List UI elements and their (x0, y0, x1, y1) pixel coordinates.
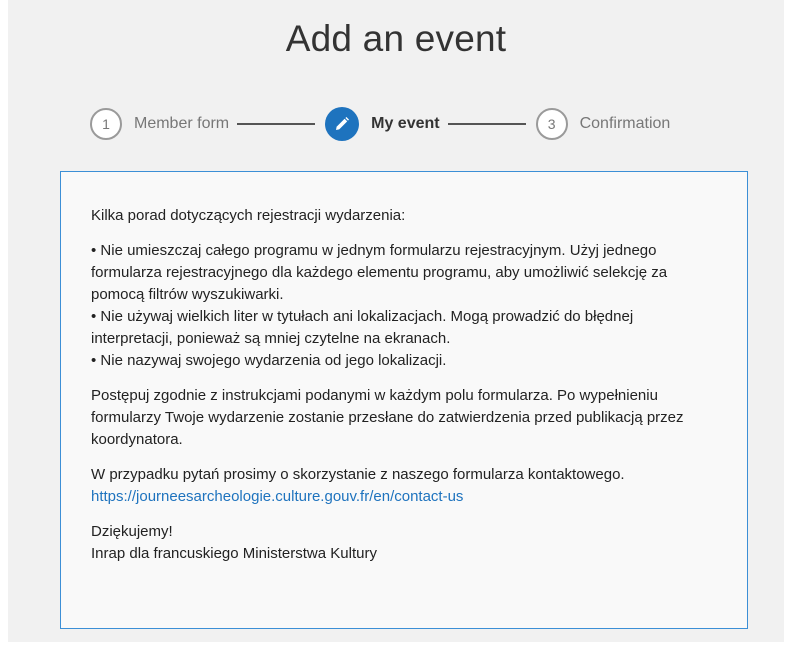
step-connector (237, 123, 316, 125)
page-title: Add an event (285, 18, 507, 59)
pencil-icon (325, 107, 360, 141)
signature-text: Inrap dla francuskiego Ministerstwa Kult… (91, 545, 377, 562)
tips-list: • Nie umieszczaj całego programu w jedny… (91, 240, 717, 372)
step-confirmation: 3 Confirmation (535, 108, 671, 140)
page-container: Add an event 1 Member form My event 3 Co… (8, 0, 784, 642)
step-my-event: My event (325, 107, 440, 141)
step-connector (447, 123, 526, 125)
step-label: Member form (134, 115, 230, 132)
tip-item: • Nie nazywaj swojego wydarzenia od jego… (91, 352, 447, 369)
step-number-circle: 3 (535, 108, 568, 140)
contact-text: W przypadku pytań prosimy o skorzystanie… (91, 466, 625, 483)
tip-item: • Nie umieszczaj całego programu w jedny… (91, 242, 668, 303)
info-panel: Kilka porad dotyczących rejestracji wyda… (60, 171, 748, 629)
contact-paragraph: W przypadku pytań prosimy o skorzystanie… (91, 464, 717, 508)
closing-paragraph: Dziękujemy! Inrap dla francuskiego Minis… (91, 521, 717, 565)
progress-stepper: 1 Member form My event 3 Confirmation (90, 104, 670, 144)
tip-item: • Nie używaj wielkich liter w tytułach a… (91, 308, 634, 347)
intro-text: Kilka porad dotyczących rejestracji wyda… (91, 207, 406, 224)
thanks-text: Dziękujemy! (91, 523, 173, 540)
instructions-text: Postępuj zgodnie z instrukcjami podanymi… (91, 387, 684, 448)
contact-link[interactable]: https://journeesarcheologie.culture.gouv… (91, 488, 463, 505)
step-number-circle: 1 (90, 108, 122, 140)
step-label: Confirmation (579, 115, 671, 132)
step-member-form[interactable]: 1 Member form (90, 108, 229, 140)
step-label-active: My event (371, 115, 440, 132)
